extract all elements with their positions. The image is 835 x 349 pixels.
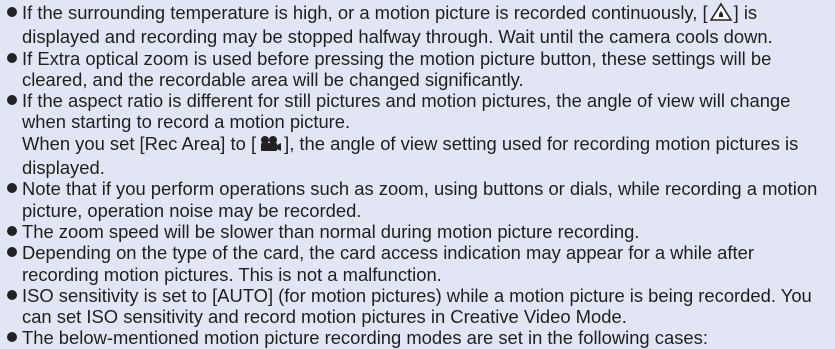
note-item-aspect-ratio: If the aspect ratio is different for sti… [4, 90, 835, 178]
bullet-icon [7, 52, 17, 63]
overheat-warning-icon [709, 2, 733, 26]
note-text-operation-noise: Note that if you perform operations such… [22, 178, 818, 221]
bullet-icon [7, 183, 17, 194]
bullet-icon [7, 247, 17, 258]
note-text-rec-area-1: When you set [Rec Area] to [ [22, 132, 257, 154]
note-item-overheat: If the surrounding temperature is high, … [4, 2, 835, 48]
note-text-card-access: Depending on the type of the card, the c… [22, 242, 754, 285]
bullet-icon [7, 289, 17, 300]
note-item-iso: ISO sensitivity is set to [AUTO] (for mo… [4, 285, 835, 328]
note-text-iso: ISO sensitivity is set to [AUTO] (for mo… [22, 284, 812, 328]
bullet-icon [7, 225, 17, 236]
note-text-recording-modes: The below-mentioned motion picture recor… [22, 327, 708, 349]
note-item-zoom-speed: The zoom speed will be slower than norma… [4, 221, 835, 242]
bullet-icon [7, 95, 17, 106]
bullet-icon [7, 7, 17, 17]
note-item-card-access: Depending on the type of the card, the c… [4, 242, 835, 285]
note-text-overheat-1: If the surrounding temperature is high, … [22, 2, 708, 23]
note-item-extra-zoom: If Extra optical zoom is used before pre… [4, 48, 835, 91]
note-text-aspect-ratio: If the aspect ratio is different for sti… [22, 90, 791, 133]
note-text-extra-zoom: If Extra optical zoom is used before pre… [22, 47, 772, 90]
notes-list: If the surrounding temperature is high, … [0, 0, 835, 349]
bullet-icon [7, 332, 17, 343]
note-text-zoom-speed: The zoom speed will be slower than norma… [22, 220, 640, 242]
note-item-operation-noise: Note that if you perform operations such… [4, 178, 835, 221]
motion-picture-camera-icon [258, 135, 282, 157]
note-item-recording-modes: The below-mentioned motion picture recor… [4, 327, 835, 348]
